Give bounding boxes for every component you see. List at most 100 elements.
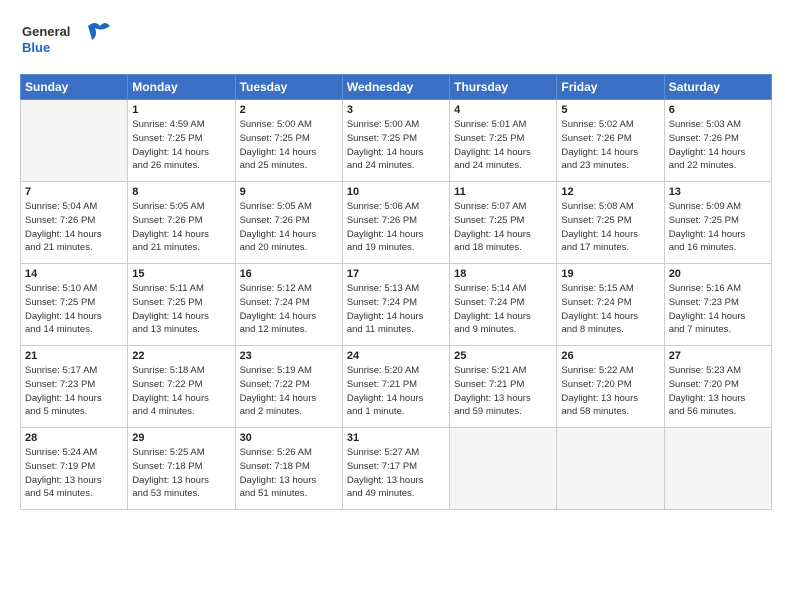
day-info: Sunrise: 5:05 AMSunset: 7:26 PMDaylight:…	[132, 200, 230, 255]
day-number: 2	[240, 104, 338, 116]
table-row: 10 Sunrise: 5:06 AMSunset: 7:26 PMDayligh…	[342, 182, 449, 264]
day-number: 15	[132, 268, 230, 280]
header-thursday: Thursday	[450, 75, 557, 100]
day-info: Sunrise: 5:26 AMSunset: 7:18 PMDaylight:…	[240, 446, 338, 501]
svg-text:General: General	[22, 24, 70, 39]
table-row: 26 Sunrise: 5:22 AMSunset: 7:20 PMDayligh…	[557, 346, 664, 428]
day-info: Sunrise: 5:07 AMSunset: 7:25 PMDaylight:…	[454, 200, 552, 255]
table-row: 4 Sunrise: 5:01 AMSunset: 7:25 PMDaylight…	[450, 100, 557, 182]
table-row: 31 Sunrise: 5:27 AMSunset: 7:17 PMDayligh…	[342, 428, 449, 510]
header: General Blue	[20, 18, 772, 68]
table-row: 17Sunrise: 5:13 AMSunset: 7:24 PMDayligh…	[342, 264, 449, 346]
day-number: 13	[669, 186, 767, 198]
day-number: 30	[240, 432, 338, 444]
day-info: Sunrise: 5:00 AMSunset: 7:25 PMDaylight:…	[347, 118, 445, 173]
day-number: 29	[132, 432, 230, 444]
day-info: Sunrise: 5:16 AMSunset: 7:23 PMDaylight:…	[669, 282, 767, 337]
calendar-week-row: 21 Sunrise: 5:17 AMSunset: 7:23 PMDayligh…	[21, 346, 772, 428]
day-number: 5	[561, 104, 659, 116]
day-info: Sunrise: 5:22 AMSunset: 7:20 PMDaylight:…	[561, 364, 659, 419]
day-number: 4	[454, 104, 552, 116]
table-row: 12Sunrise: 5:08 AMSunset: 7:25 PMDayligh…	[557, 182, 664, 264]
day-info: Sunrise: 5:17 AMSunset: 7:23 PMDaylight:…	[25, 364, 123, 419]
day-info: Sunrise: 5:24 AMSunset: 7:19 PMDaylight:…	[25, 446, 123, 501]
day-number: 6	[669, 104, 767, 116]
day-number: 11	[454, 186, 552, 198]
day-number: 31	[347, 432, 445, 444]
table-row: 6 Sunrise: 5:03 AMSunset: 7:26 PMDaylight…	[664, 100, 771, 182]
header-tuesday: Tuesday	[235, 75, 342, 100]
day-number: 20	[669, 268, 767, 280]
table-row	[557, 428, 664, 510]
day-number: 18	[454, 268, 552, 280]
day-info: Sunrise: 5:03 AMSunset: 7:26 PMDaylight:…	[669, 118, 767, 173]
table-row: 19 Sunrise: 5:15 AMSunset: 7:24 PMDayligh…	[557, 264, 664, 346]
table-row	[21, 100, 128, 182]
header-wednesday: Wednesday	[342, 75, 449, 100]
table-row: 21 Sunrise: 5:17 AMSunset: 7:23 PMDayligh…	[21, 346, 128, 428]
table-row: 14 Sunrise: 5:10 AMSunset: 7:25 PMDayligh…	[21, 264, 128, 346]
day-number: 22	[132, 350, 230, 362]
day-number: 14	[25, 268, 123, 280]
logo: General Blue	[20, 18, 110, 68]
day-info: Sunrise: 5:18 AMSunset: 7:22 PMDaylight:…	[132, 364, 230, 419]
day-info: Sunrise: 5:25 AMSunset: 7:18 PMDaylight:…	[132, 446, 230, 501]
day-number: 17	[347, 268, 445, 280]
header-sunday: Sunday	[21, 75, 128, 100]
table-row: 23 Sunrise: 5:19 AMSunset: 7:22 PMDayligh…	[235, 346, 342, 428]
day-number: 3	[347, 104, 445, 116]
table-row: 13Sunrise: 5:09 AMSunset: 7:25 PMDayligh…	[664, 182, 771, 264]
day-number: 21	[25, 350, 123, 362]
day-number: 24	[347, 350, 445, 362]
table-row: 27 Sunrise: 5:23 AMSunset: 7:20 PMDayligh…	[664, 346, 771, 428]
calendar-week-row: 7Sunrise: 5:04 AMSunset: 7:26 PMDaylight…	[21, 182, 772, 264]
day-info: Sunrise: 5:20 AMSunset: 7:21 PMDaylight:…	[347, 364, 445, 419]
day-info: Sunrise: 5:19 AMSunset: 7:22 PMDaylight:…	[240, 364, 338, 419]
day-info: Sunrise: 5:12 AMSunset: 7:24 PMDaylight:…	[240, 282, 338, 337]
day-number: 23	[240, 350, 338, 362]
calendar-week-row: 1 Sunrise: 4:59 AMSunset: 7:25 PMDaylight…	[21, 100, 772, 182]
table-row: 25 Sunrise: 5:21 AMSunset: 7:21 PMDayligh…	[450, 346, 557, 428]
table-row: 20 Sunrise: 5:16 AMSunset: 7:23 PMDayligh…	[664, 264, 771, 346]
day-number: 1	[132, 104, 230, 116]
day-number: 25	[454, 350, 552, 362]
day-number: 28	[25, 432, 123, 444]
day-info: Sunrise: 5:27 AMSunset: 7:17 PMDaylight:…	[347, 446, 445, 501]
table-row: 5Sunrise: 5:02 AMSunset: 7:26 PMDaylight…	[557, 100, 664, 182]
table-row: 22 Sunrise: 5:18 AMSunset: 7:22 PMDayligh…	[128, 346, 235, 428]
day-number: 9	[240, 186, 338, 198]
table-row: 3 Sunrise: 5:00 AMSunset: 7:25 PMDaylight…	[342, 100, 449, 182]
svg-text:Blue: Blue	[22, 40, 50, 55]
day-number: 10	[347, 186, 445, 198]
table-row	[664, 428, 771, 510]
day-info: Sunrise: 5:00 AMSunset: 7:25 PMDaylight:…	[240, 118, 338, 173]
day-number: 19	[561, 268, 659, 280]
day-number: 12	[561, 186, 659, 198]
day-number: 26	[561, 350, 659, 362]
table-row: 18 Sunrise: 5:14 AMSunset: 7:24 PMDayligh…	[450, 264, 557, 346]
day-info: Sunrise: 4:59 AMSunset: 7:25 PMDaylight:…	[132, 118, 230, 173]
table-row: 24 Sunrise: 5:20 AMSunset: 7:21 PMDayligh…	[342, 346, 449, 428]
day-info: Sunrise: 5:10 AMSunset: 7:25 PMDaylight:…	[25, 282, 123, 337]
day-number: 27	[669, 350, 767, 362]
day-info: Sunrise: 5:14 AMSunset: 7:24 PMDaylight:…	[454, 282, 552, 337]
logo-svg: General Blue	[20, 18, 110, 63]
header-saturday: Saturday	[664, 75, 771, 100]
day-info: Sunrise: 5:05 AMSunset: 7:26 PMDaylight:…	[240, 200, 338, 255]
page-container: General Blue Sunday Monday Tuesday Wedne…	[0, 0, 792, 520]
header-monday: Monday	[128, 75, 235, 100]
day-info: Sunrise: 5:15 AMSunset: 7:24 PMDaylight:…	[561, 282, 659, 337]
table-row	[450, 428, 557, 510]
day-info: Sunrise: 5:11 AMSunset: 7:25 PMDaylight:…	[132, 282, 230, 337]
day-info: Sunrise: 5:06 AMSunset: 7:26 PMDaylight:…	[347, 200, 445, 255]
table-row: 8Sunrise: 5:05 AMSunset: 7:26 PMDaylight…	[128, 182, 235, 264]
day-info: Sunrise: 5:21 AMSunset: 7:21 PMDaylight:…	[454, 364, 552, 419]
day-info: Sunrise: 5:01 AMSunset: 7:25 PMDaylight:…	[454, 118, 552, 173]
calendar-table: Sunday Monday Tuesday Wednesday Thursday…	[20, 74, 772, 510]
header-friday: Friday	[557, 75, 664, 100]
table-row: 1 Sunrise: 4:59 AMSunset: 7:25 PMDaylight…	[128, 100, 235, 182]
day-info: Sunrise: 5:23 AMSunset: 7:20 PMDaylight:…	[669, 364, 767, 419]
table-row: 7Sunrise: 5:04 AMSunset: 7:26 PMDaylight…	[21, 182, 128, 264]
table-row: 11 Sunrise: 5:07 AMSunset: 7:25 PMDayligh…	[450, 182, 557, 264]
table-row: 2 Sunrise: 5:00 AMSunset: 7:25 PMDaylight…	[235, 100, 342, 182]
